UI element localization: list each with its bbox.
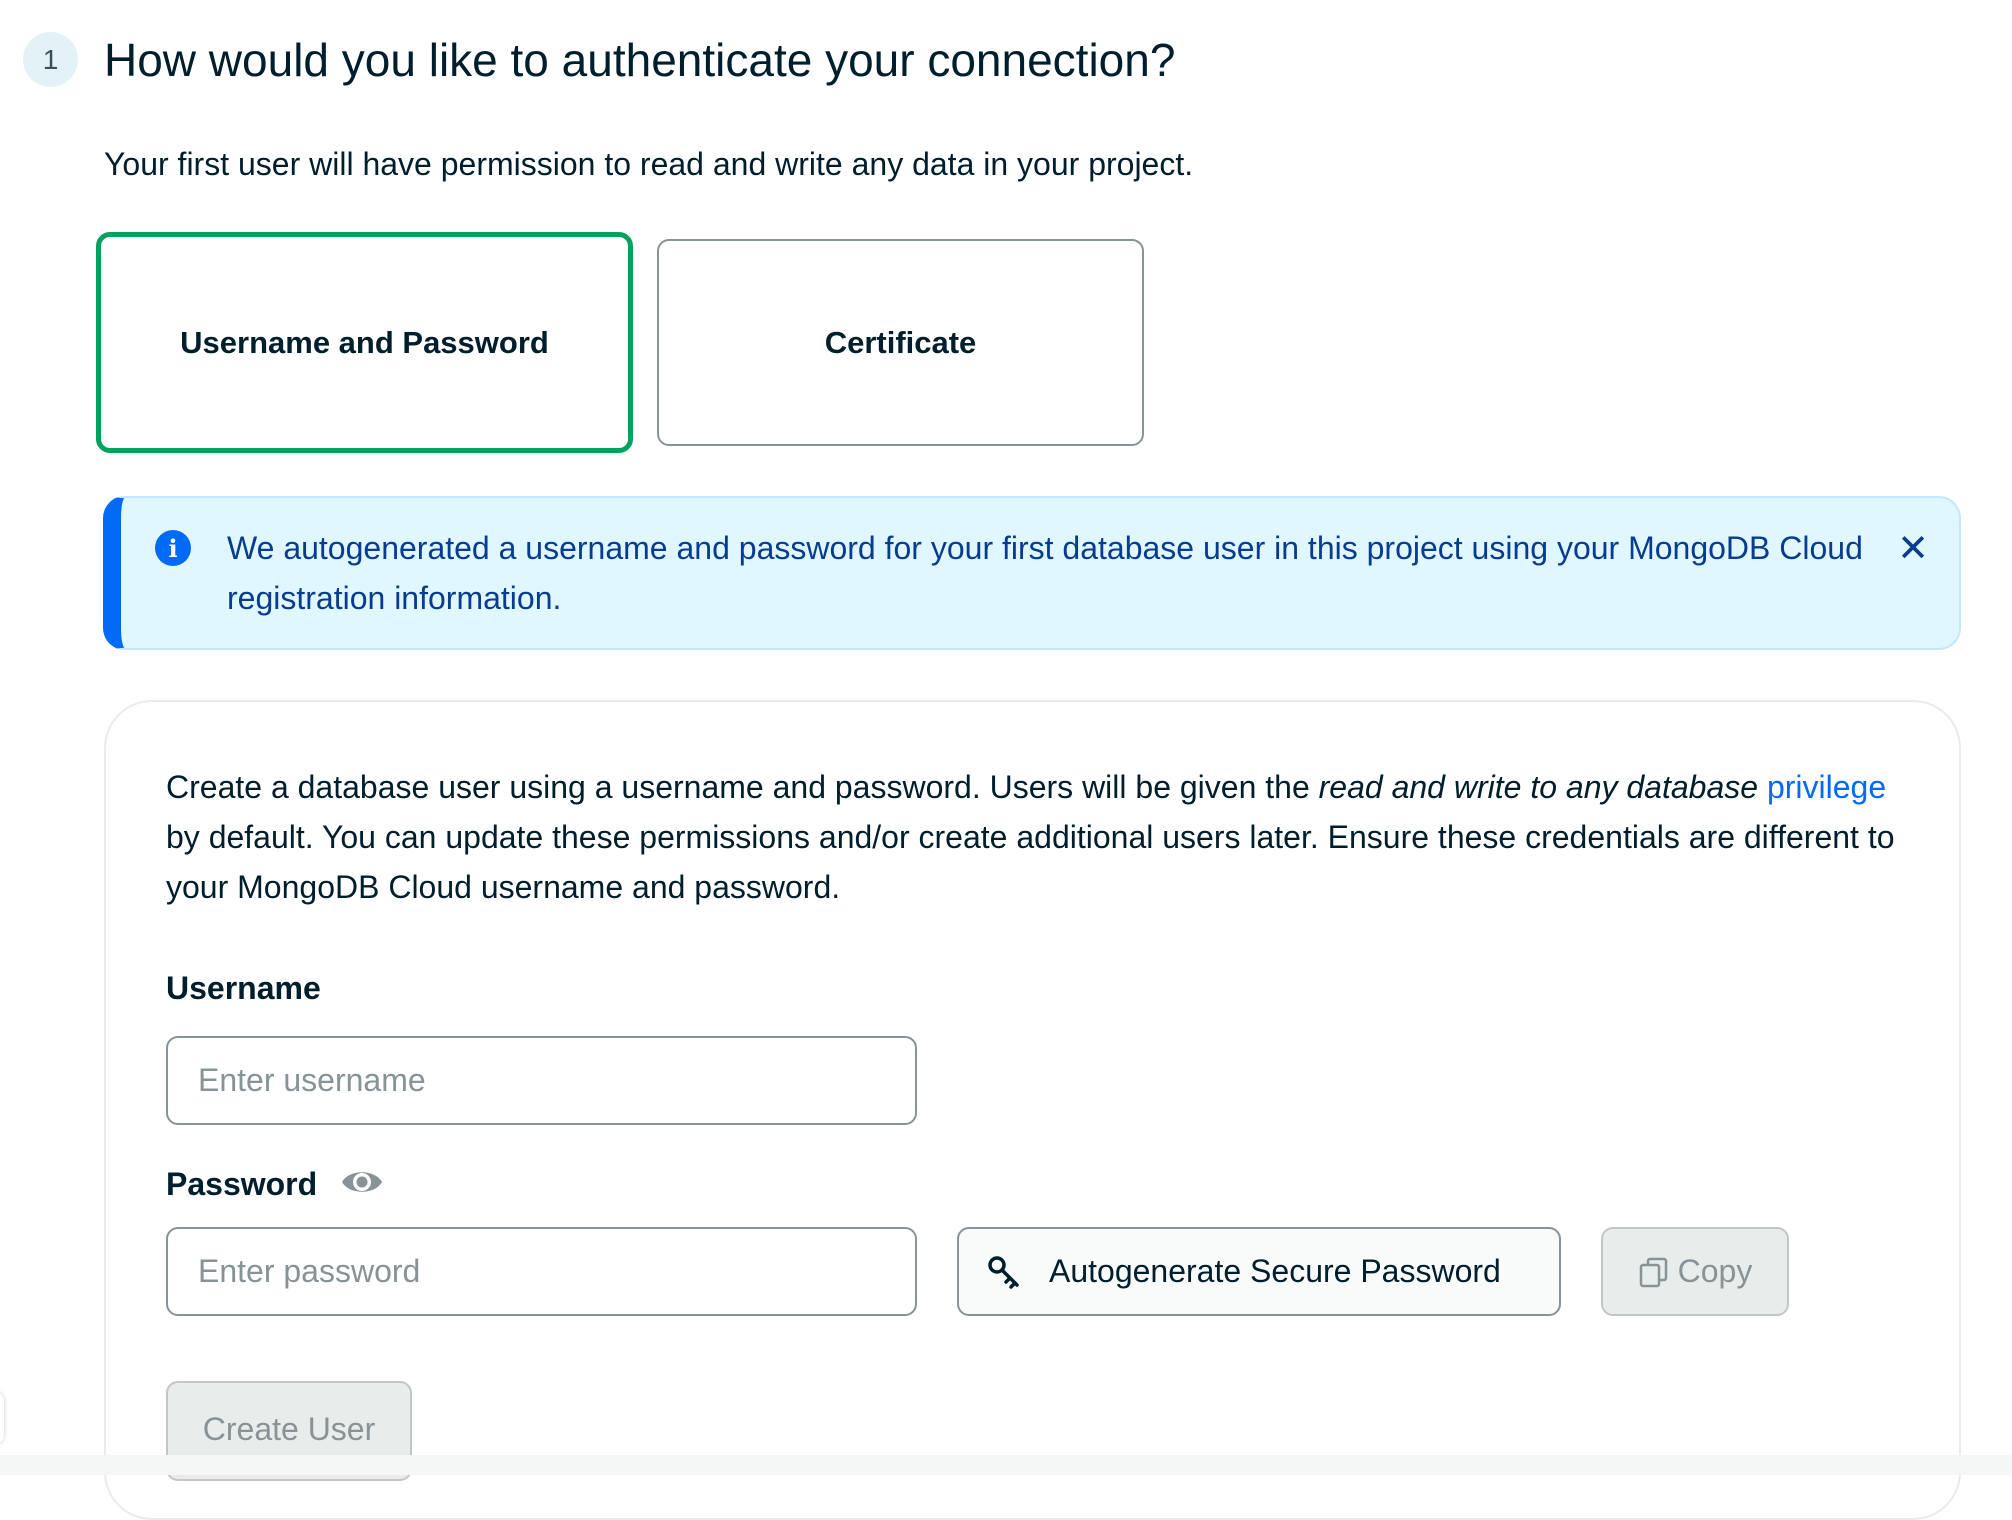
- username-label: Username: [166, 970, 321, 1006]
- page-bottom-edge: [0, 1455, 2012, 1475]
- description-privilege-emphasis: read and write to any database: [1318, 769, 1759, 805]
- copy-icon: [1639, 1257, 1667, 1287]
- section-title: How would you like to authenticate your …: [104, 34, 1176, 86]
- username-input[interactable]: [166, 1036, 917, 1125]
- auth-option-username-password[interactable]: Username and Password: [96, 232, 633, 453]
- privilege-link[interactable]: privilege: [1767, 769, 1886, 805]
- auth-option-certificate[interactable]: Certificate: [657, 239, 1144, 446]
- password-label: Password: [166, 1166, 318, 1202]
- autogenerate-label: Autogenerate Secure Password: [1049, 1253, 1501, 1289]
- info-banner-text: We autogenerated a username and password…: [227, 530, 1863, 616]
- section-subtitle: Your first user will have permission to …: [104, 146, 1194, 182]
- description-text: Create a database user using a username …: [166, 769, 1319, 805]
- side-scroll-tab[interactable]: [0, 1392, 4, 1444]
- autogenerate-password-button[interactable]: Autogenerate Secure Password: [957, 1227, 1561, 1316]
- info-icon: i: [155, 530, 191, 566]
- copy-label: Copy: [1677, 1253, 1753, 1289]
- key-icon: [988, 1255, 1019, 1289]
- description-text-continued: by default. You can update these permiss…: [166, 819, 1895, 905]
- copy-password-button[interactable]: Copy: [1601, 1227, 1789, 1316]
- step-number-badge: 1: [23, 32, 78, 87]
- password-input[interactable]: [166, 1227, 917, 1316]
- eye-icon[interactable]: [340, 1165, 384, 1199]
- close-icon[interactable]: ✕: [1893, 528, 1933, 570]
- form-description: Create a database user using a username …: [166, 762, 1896, 912]
